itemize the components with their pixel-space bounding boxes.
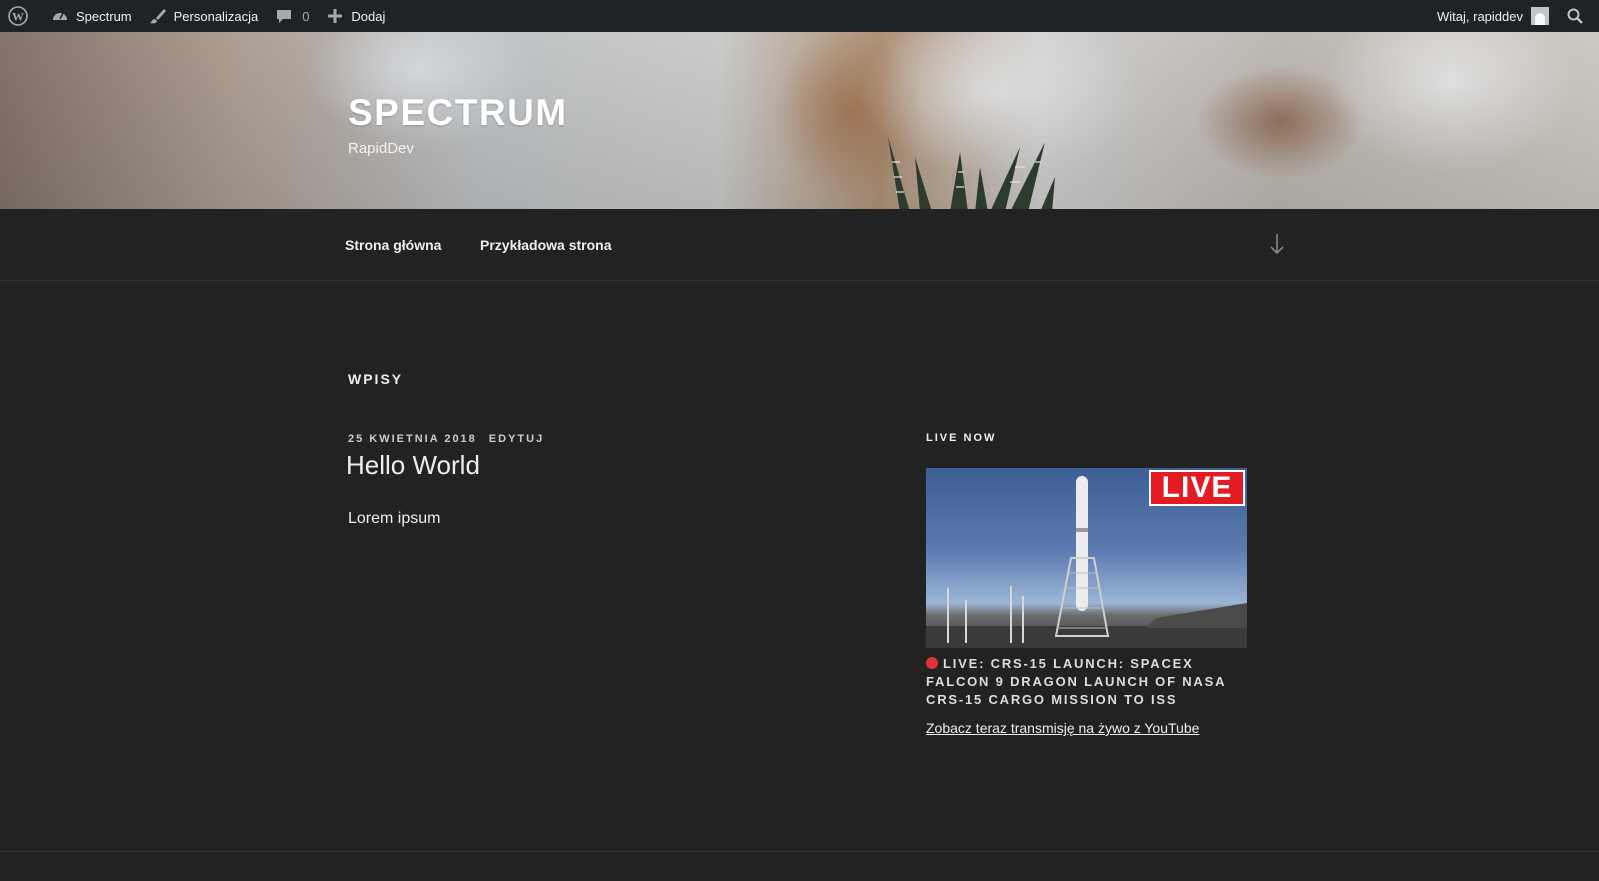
site-header: SPECTRUM RapidDev — [0, 32, 1599, 209]
svg-text:W: W — [12, 10, 24, 24]
dashboard-gauge-icon — [50, 6, 70, 26]
comment-bubble-icon — [274, 6, 294, 26]
site-title[interactable]: SPECTRUM — [348, 92, 568, 134]
site-description: RapidDev — [348, 140, 414, 157]
post-date-link[interactable]: 25 KWIETNIA 2018 — [348, 433, 477, 445]
youtube-live-link[interactable]: Zobacz teraz transmisję na żywo z YouTub… — [926, 720, 1199, 736]
live-headline-text: LIVE: CRS-15 LAUNCH: SPACEX FALCON 9 DRA… — [926, 656, 1226, 707]
admin-search-button[interactable] — [1557, 0, 1599, 32]
red-dot-icon — [926, 657, 938, 669]
nav-item-sample-page[interactable]: Przykładowa strona — [480, 237, 612, 253]
footer-divider — [0, 851, 1599, 852]
avatar — [1531, 7, 1549, 25]
wordpress-logo-icon: W — [8, 6, 28, 26]
new-content-label: Dodaj — [351, 8, 386, 24]
post-meta: 25 KWIETNIA 2018 EDYTUJ — [348, 433, 544, 445]
page-title: WPISY — [348, 371, 404, 387]
header-image — [0, 32, 1599, 209]
comments-count: 0 — [302, 8, 310, 24]
scroll-down-arrow-icon[interactable] — [1269, 233, 1285, 255]
live-badge: LIVE — [1149, 470, 1245, 506]
site-name-link[interactable]: Spectrum — [42, 0, 140, 32]
main-navigation: Strona główna Przykładowa strona — [0, 209, 1599, 281]
post-title-link[interactable]: Hello World — [346, 450, 480, 481]
search-icon — [1565, 6, 1585, 26]
site-name-label: Spectrum — [76, 8, 132, 24]
plus-icon — [325, 6, 345, 26]
comments-link[interactable]: 0 — [266, 0, 317, 32]
my-account-link[interactable]: Witaj, rapiddev — [1429, 0, 1557, 32]
live-stream-thumbnail[interactable]: LIVE — [926, 468, 1247, 648]
paintbrush-icon — [148, 6, 168, 26]
new-content-button[interactable]: Dodaj — [317, 0, 393, 32]
wordpress-logo-button[interactable]: W — [0, 0, 42, 32]
plant-image — [888, 137, 1055, 209]
greeting-label: Witaj, rapiddev — [1437, 8, 1523, 24]
edit-post-link[interactable]: EDYTUJ — [489, 433, 544, 445]
live-headline[interactable]: LIVE: CRS-15 LAUNCH: SPACEX FALCON 9 DRA… — [926, 655, 1246, 709]
widget-title: LIVE NOW — [926, 432, 997, 444]
admin-bar: W Spectrum Personalizacja 0 Dodaj Witaj,… — [0, 0, 1599, 32]
nav-item-home[interactable]: Strona główna — [345, 237, 441, 253]
customize-label: Personalizacja — [173, 8, 259, 24]
customize-link[interactable]: Personalizacja — [140, 0, 267, 32]
post-content: Lorem ipsum — [348, 510, 441, 527]
